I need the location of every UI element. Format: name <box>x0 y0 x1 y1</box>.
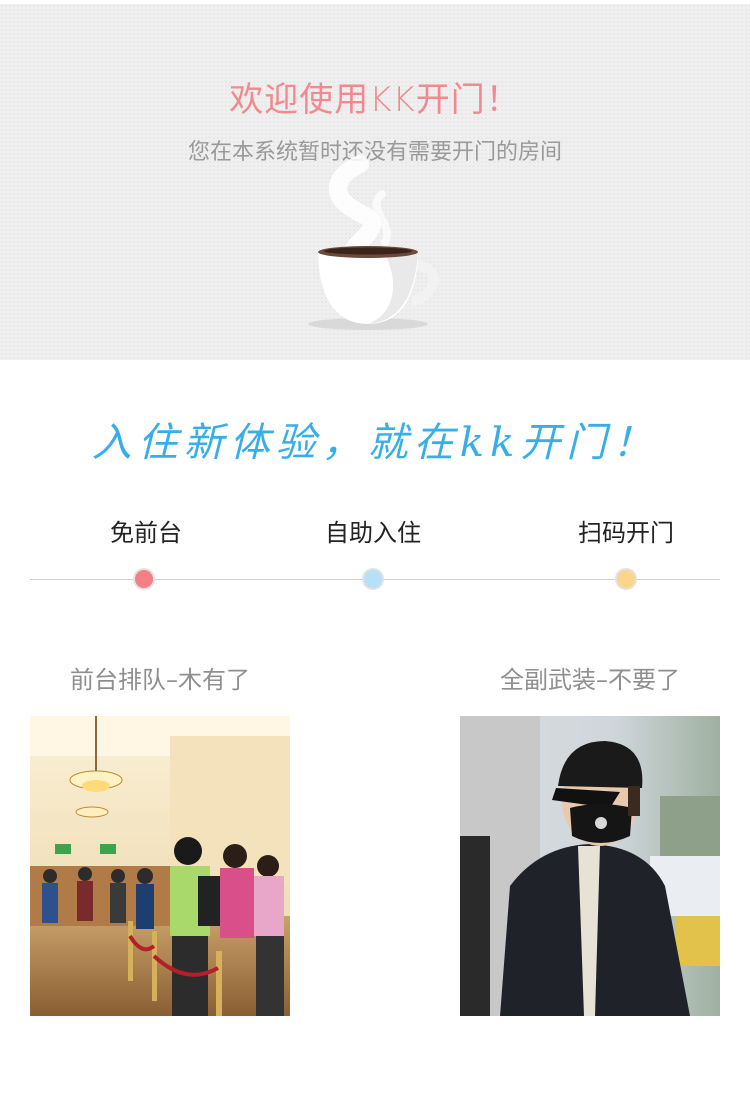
slogan-text: 入住新体验，就在kk开门！ <box>91 420 659 466</box>
welcome-title: 欢迎使用KK开门！ <box>229 80 521 120</box>
hotel-lobby-queue-photo <box>30 716 290 1016</box>
hero-banner: 欢迎使用KK开门！ 您在本系统暂时还没有需要开门的房间 <box>0 0 750 360</box>
caption-no-queue: 前台排队–木有了 <box>70 666 250 694</box>
step-label-self-check-in: 自助入住 <box>325 519 421 547</box>
step-dot-2 <box>362 568 384 590</box>
step-dot-3 <box>615 568 637 590</box>
caption-no-disguise: 全副武装–不要了 <box>500 666 680 694</box>
step-label-no-front-desk: 免前台 <box>110 519 182 547</box>
step-dot-1 <box>133 568 155 590</box>
step-label-scan-to-open: 扫码开门 <box>578 519 674 547</box>
coffee-cup-icon <box>308 155 439 330</box>
masked-person-photo <box>460 716 720 1016</box>
